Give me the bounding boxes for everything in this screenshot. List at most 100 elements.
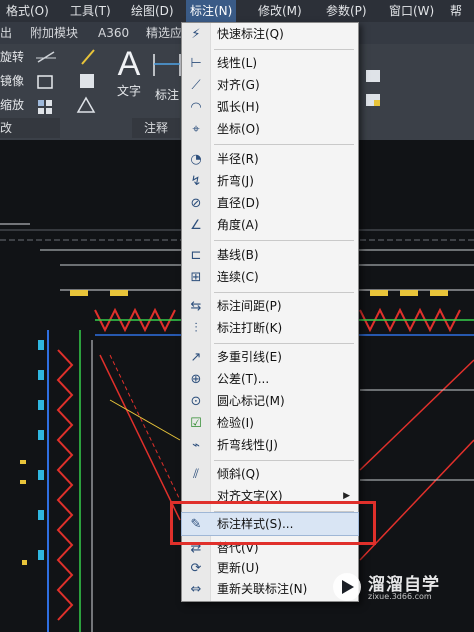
panel-annotation-label: 注释 — [143, 121, 168, 135]
menu-tools[interactable]: 工具(T) — [66, 0, 115, 22]
dim-tool-label: 标注 — [154, 88, 179, 102]
menu-item-label: 检验(I) — [217, 416, 254, 430]
menu-item-dim-space[interactable]: ⇆ 标注间距(P) — [182, 295, 358, 317]
menu-window[interactable]: 窗口(W) — [385, 0, 438, 22]
tab-featured[interactable]: 精选应 — [146, 22, 182, 44]
menu-item-label: 半径(R) — [217, 152, 259, 166]
ordinate-icon: ⌖ — [192, 121, 200, 137]
menu-item-aligned[interactable]: ⟋ 对齐(G) — [182, 74, 358, 96]
dim-break-icon: ⫶ — [194, 320, 198, 336]
scale-label: 缩放 — [0, 98, 25, 112]
menu-item-radius[interactable]: ◔ 半径(R) — [182, 148, 358, 170]
angular-icon: ∠ — [190, 217, 202, 233]
reassociate-icon: ⇔ — [190, 581, 202, 597]
menu-item-label: 折弯线性(J) — [217, 438, 278, 452]
menu-item-label: 更新(U) — [217, 561, 260, 575]
menu-separator — [214, 343, 354, 344]
menu-item-diameter[interactable]: ⊘ 直径(D) — [182, 192, 358, 214]
menu-item-label: 角度(A) — [217, 218, 259, 232]
menu-item-label: 重新关联标注(N) — [217, 582, 308, 596]
menu-item-angular[interactable]: ∠ 角度(A) — [182, 214, 358, 236]
menu-format[interactable]: 格式(O) — [2, 0, 53, 22]
tolerance-icon: ⊕ — [190, 371, 202, 387]
update-icon: ⟳ — [190, 560, 202, 576]
menu-item-label: 直径(D) — [217, 196, 260, 210]
text-tool-label: 文字 — [116, 84, 141, 98]
panel-annotation: 注释 — [132, 118, 180, 138]
menu-help[interactable]: 帮助 — [446, 0, 474, 40]
mirror-tool[interactable]: 镜像 — [0, 72, 24, 89]
diameter-icon: ⊘ — [190, 195, 202, 211]
dim-icon — [153, 54, 181, 76]
radius-icon: ◔ — [190, 151, 202, 167]
menu-item-label: 线性(L) — [217, 56, 258, 70]
menu-item-inspect[interactable]: ☑ 检验(I) — [182, 412, 358, 434]
menu-dimension[interactable]: 标注(N) — [186, 0, 237, 22]
menu-separator — [214, 144, 354, 145]
tab-addins[interactable]: 附加模块 — [30, 22, 78, 44]
highlight-box — [170, 501, 376, 545]
menu-item-oblique[interactable]: ⫽ 倾斜(Q) — [182, 463, 358, 485]
text-tool[interactable]: A 文字 — [112, 46, 146, 106]
menu-item-label: 倾斜(Q) — [217, 467, 260, 481]
menu-draw[interactable]: 绘图(D) — [127, 0, 178, 22]
menu-separator — [214, 460, 354, 461]
menu-separator — [214, 292, 354, 293]
menu-item-jog-line[interactable]: ⌁ 折弯线性(J) — [182, 434, 358, 456]
menu-item-label: 圆心标记(M) — [217, 394, 285, 408]
panel-modify: 改 — [0, 118, 60, 138]
linear-icon: ⊢ — [190, 55, 202, 71]
mirror-label: 镜像 — [0, 74, 25, 88]
menu-item-label: 标注间距(P) — [217, 299, 282, 313]
menu-item-label: 对齐(G) — [217, 78, 260, 92]
watermark-logo-icon — [333, 573, 361, 601]
dim-tool[interactable]: 标注 — [150, 46, 184, 106]
dim-space-icon: ⇆ — [190, 298, 202, 314]
menu-bar: 格式(O) 工具(T) 绘图(D) 标注(N) 修改(M) 参数(P) 窗口(W… — [0, 0, 474, 40]
menu-item-label: 公差(T)... — [217, 372, 270, 386]
rotate-tool[interactable]: 旋转 — [0, 48, 24, 65]
menu-item-label: 多重引线(E) — [217, 350, 282, 364]
menu-item-label: 标注打断(K) — [217, 321, 283, 335]
right-tool-icons[interactable] — [362, 68, 386, 116]
panel-modify-label: 改 — [0, 121, 13, 135]
menu-item-quick-dim[interactable]: ⚡ 快速标注(Q) — [182, 23, 358, 45]
scale-tool[interactable]: 缩放 — [0, 96, 24, 113]
menu-separator — [214, 49, 354, 50]
menu-item-center-mark[interactable]: ⊙ 圆心标记(M) — [182, 390, 358, 412]
arc-length-icon: ◠ — [190, 99, 202, 115]
center-mark-icon: ⊙ — [190, 393, 202, 409]
menu-item-arc-length[interactable]: ◠ 弧长(H) — [182, 96, 358, 118]
jogged-icon: ↯ — [190, 173, 202, 189]
menu-item-multileader[interactable]: ↗ 多重引线(E) — [182, 346, 358, 368]
tab-a360[interactable]: A360 — [98, 22, 129, 44]
menu-item-label: 连续(C) — [217, 270, 259, 284]
aligned-icon: ⟋ — [191, 77, 201, 93]
menu-item-jogged[interactable]: ↯ 折弯(J) — [182, 170, 358, 192]
watermark-url: zixue.3d66.com — [368, 592, 432, 601]
jog-line-icon: ⌁ — [192, 437, 200, 453]
menu-item-continue[interactable]: ⊞ 连续(C) — [182, 266, 358, 288]
watermark: 溜溜自学 zixue.3d66.com — [330, 570, 474, 610]
modify-tool-icons[interactable] — [34, 48, 104, 118]
oblique-icon: ⫽ — [193, 466, 199, 482]
baseline-icon: ⊏ — [190, 247, 202, 263]
menu-item-tolerance[interactable]: ⊕ 公差(T)... — [182, 368, 358, 390]
menu-item-label: 坐标(O) — [217, 122, 260, 136]
menu-separator — [214, 240, 354, 241]
menu-parameters[interactable]: 参数(P) — [322, 0, 371, 22]
menu-item-linear[interactable]: ⊢ 线性(L) — [182, 52, 358, 74]
menu-modify[interactable]: 修改(M) — [254, 0, 306, 22]
menu-item-label: 基线(B) — [217, 248, 259, 262]
text-a-icon: A — [117, 45, 141, 83]
continue-icon: ⊞ — [190, 269, 202, 285]
tab-output[interactable]: 出 — [0, 22, 12, 44]
menu-item-dim-break[interactable]: ⫶ 标注打断(K) — [182, 317, 358, 339]
multileader-icon: ↗ — [190, 349, 202, 365]
rotate-label: 旋转 — [0, 50, 25, 64]
menu-item-label: 折弯(J) — [217, 174, 254, 188]
menu-item-baseline[interactable]: ⊏ 基线(B) — [182, 244, 358, 266]
menu-item-ordinate[interactable]: ⌖ 坐标(O) — [182, 118, 358, 140]
inspect-icon: ☑ — [190, 415, 202, 431]
menu-item-label: 弧长(H) — [217, 100, 260, 114]
